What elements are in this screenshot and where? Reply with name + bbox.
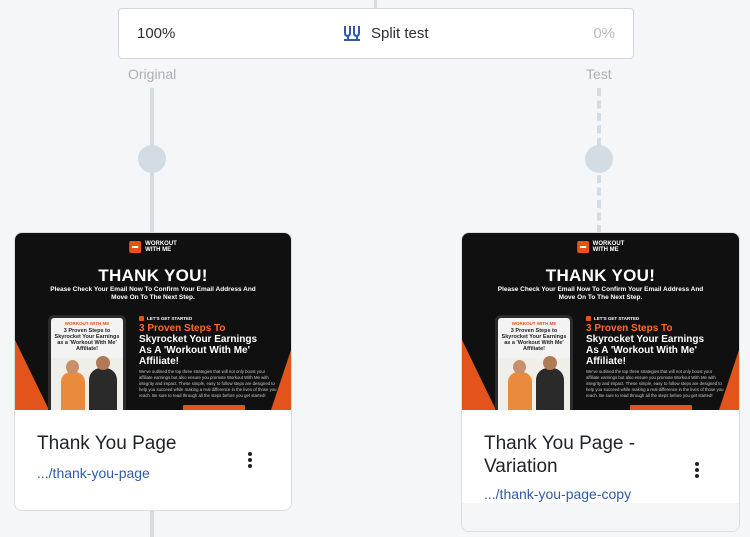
page-thumbnail[interactable]: WORKOUT WITH ME THANK YOU! Please Check Y… [15, 233, 291, 410]
branch-label-original: Original [128, 66, 177, 82]
tablet-brand: WORKOUT WITH ME [511, 321, 557, 326]
thumbnail-subheadline: Please Check Your Email Now To Confirm Y… [497, 286, 704, 301]
page-card-title[interactable]: Thank You Page - Variation [484, 432, 674, 478]
connector-node-original[interactable] [138, 145, 166, 173]
connector-line-original-bottom [150, 510, 154, 537]
thumbnail-heading: 3 Proven Steps To Skyrocket Your Earning… [139, 323, 279, 367]
heading-line: 3 Proven Steps To [139, 323, 226, 334]
more-vertical-icon[interactable] [245, 450, 255, 470]
thumbnail-headline: THANK YOU! [98, 266, 208, 285]
heading-line: Affiliate! [586, 356, 626, 367]
thumbnail-tablet-image: WORKOUT WITH ME 3 Proven Steps to Skyroc… [48, 315, 126, 410]
original-percent: 100% [137, 25, 176, 42]
split-test-icon [343, 24, 361, 42]
connector-line-top [374, 0, 377, 8]
heading-line: As A 'Workout With Me' [586, 345, 697, 356]
logo-text-line2: WITH ME [145, 247, 172, 253]
page-card-link[interactable]: .../thank-you-page [37, 465, 150, 481]
thumbnail-subheadline: Please Check Your Email Now To Confirm Y… [50, 286, 256, 301]
page-card-original[interactable]: WORKOUT WITH ME THANK YOU! Please Check Y… [14, 232, 292, 511]
logo-text-line2: WITH ME [592, 247, 619, 253]
person-figure [536, 356, 564, 410]
heading-line: 3 Proven Steps To [586, 323, 673, 334]
thumbnail-cta-button [183, 405, 245, 410]
more-vertical-icon[interactable] [692, 460, 702, 480]
split-test-bar[interactable]: 100% Split test 0% [118, 8, 634, 59]
thumbnail-logo: WORKOUT WITH ME [129, 241, 177, 253]
eyebrow-text: LET'S GET STARTED [147, 316, 193, 321]
thumbnail-body-text: We've outlined the top three strategies … [586, 369, 724, 398]
person-figure [508, 360, 532, 410]
tablet-people-image [498, 356, 570, 410]
page-card-variation[interactable]: WORKOUT WITH ME THANK YOU! Please Check Y… [461, 232, 740, 532]
split-test-label: Split test [371, 24, 429, 42]
heading-line: Affiliate! [139, 356, 179, 367]
heading-line: Skyrocket Your Earnings [586, 334, 705, 345]
thumbnail-body-text: We've outlined the top three strategies … [139, 369, 277, 398]
test-percent: 0% [593, 25, 615, 42]
thumbnail-accent-left [462, 340, 496, 410]
person-figure [89, 356, 117, 410]
tablet-heading: 3 Proven Steps to Skyrocket Your Earning… [54, 328, 120, 352]
page-card-title[interactable]: Thank You Page [37, 432, 176, 455]
page-card-link[interactable]: .../thank-you-page-copy [484, 486, 631, 502]
tablet-brand: WORKOUT WITH ME [64, 321, 110, 326]
person-figure [61, 360, 85, 410]
thumbnail-accent-left [15, 340, 49, 410]
thumbnail-eyebrow: LET'S GET STARTED [139, 316, 192, 321]
card-footer-strip [462, 503, 739, 531]
connector-node-test[interactable] [585, 145, 613, 173]
eyebrow-text: LET'S GET STARTED [594, 316, 640, 321]
logo-icon [576, 241, 589, 253]
eyebrow-icon [139, 316, 144, 321]
thumbnail-cta-button [630, 405, 692, 410]
tablet-people-image [51, 356, 123, 410]
heading-line: As A 'Workout With Me' [139, 345, 250, 356]
page-thumbnail[interactable]: WORKOUT WITH ME THANK YOU! Please Check Y… [462, 233, 739, 410]
split-test-title: Split test [343, 24, 429, 42]
thumbnail-heading: 3 Proven Steps To Skyrocket Your Earning… [586, 323, 726, 367]
tablet-heading: 3 Proven Steps to Skyrocket Your Earning… [501, 328, 567, 352]
thumbnail-tablet-image: WORKOUT WITH ME 3 Proven Steps to Skyroc… [495, 315, 573, 410]
branch-label-test: Test [586, 66, 612, 82]
thumbnail-eyebrow: LET'S GET STARTED [586, 316, 639, 321]
eyebrow-icon [586, 316, 591, 321]
heading-line: Skyrocket Your Earnings [139, 334, 258, 345]
thumbnail-logo: WORKOUT WITH ME [576, 241, 624, 253]
logo-icon [129, 241, 142, 253]
thumbnail-headline: THANK YOU! [545, 266, 656, 285]
